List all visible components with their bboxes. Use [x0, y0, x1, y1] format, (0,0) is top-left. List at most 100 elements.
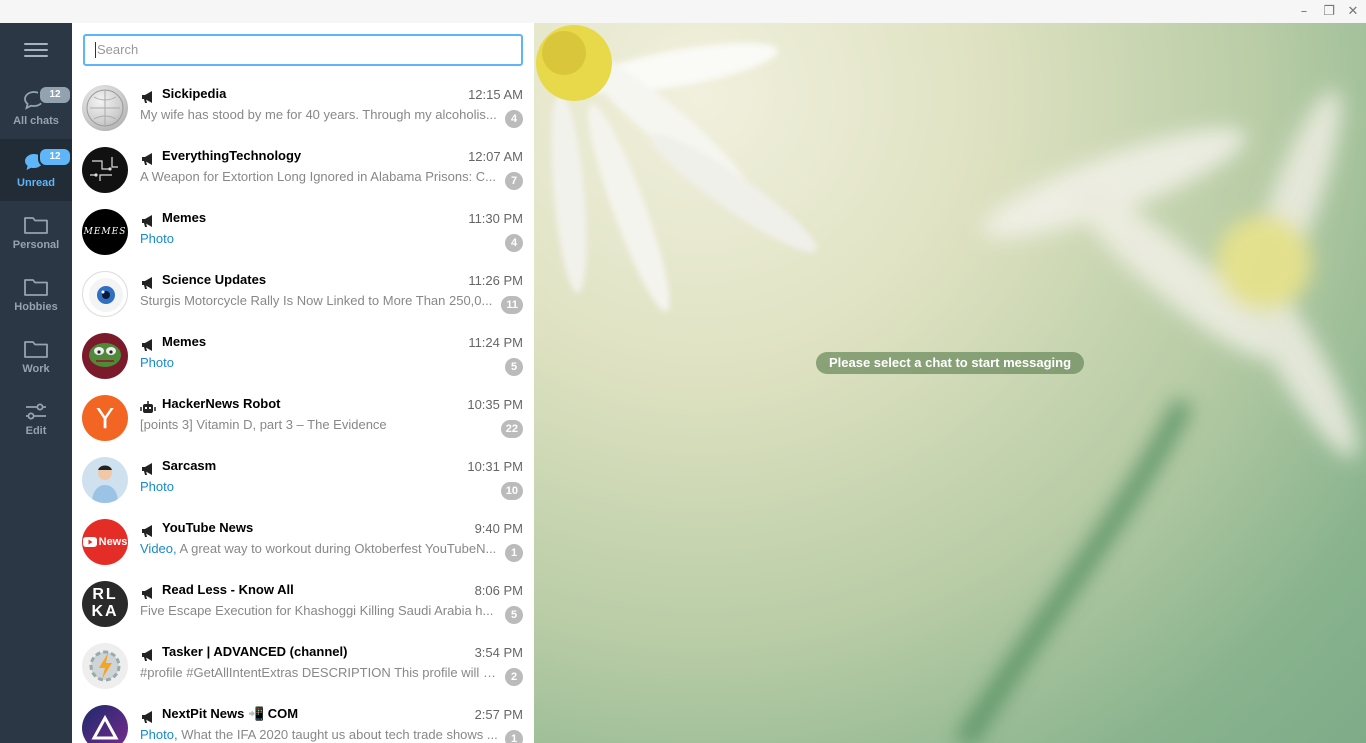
chat-time: 12:15 AM: [468, 87, 523, 102]
chat-row[interactable]: Memes 11:24 PM Photo 5: [72, 326, 534, 388]
chat-preview: [points 3] Vitamin D, part 3 – The Evide…: [140, 417, 387, 432]
close-button[interactable]: ✕: [1344, 3, 1362, 21]
chat-preview: Sturgis Motorcycle Rally Is Now Linked t…: [140, 293, 493, 308]
chat-row[interactable]: Sarcasm 10:31 PM Photo 10: [72, 450, 534, 512]
chat-name: Tasker | ADVANCED (channel): [162, 644, 348, 659]
chat-preview: Photo: [140, 355, 174, 370]
chat-row[interactable]: News YouTube News 9:40 PM Video, A great…: [72, 512, 534, 574]
chat-preview: Photo, What the IFA 2020 taught us about…: [140, 727, 498, 742]
chat-time: 10:31 PM: [467, 459, 523, 474]
chat-avatar: News: [82, 519, 128, 565]
chat-avatar: [82, 333, 128, 379]
search-placeholder: Search: [97, 42, 139, 57]
folder-work[interactable]: Work: [0, 325, 72, 387]
sliders-icon: [26, 403, 46, 420]
folder-all-chats[interactable]: 12 All chats: [0, 77, 72, 139]
chat-time: 11:24 PM: [468, 335, 523, 350]
folder-unread-badge: 12: [38, 85, 72, 105]
chat-name: EverythingTechnology: [162, 148, 302, 163]
chat-avatar: Y: [82, 395, 128, 441]
chat-row[interactable]: Sickipedia 12:15 AM My wife has stood by…: [72, 78, 534, 140]
chat-row[interactable]: EverythingTechnology 12:07 AM A Weapon f…: [72, 140, 534, 202]
chat-avatar: [82, 271, 128, 317]
chat-avatar: [82, 643, 128, 689]
bot-icon: [140, 401, 156, 413]
folder-unread-badge: 12: [38, 147, 72, 167]
unread-count-badge: 2: [505, 668, 523, 686]
chat-preview: #profile #GetAllIntentExtras DESCRIPTION…: [140, 665, 500, 680]
chat-preview: My wife has stood by me for 40 years. Th…: [140, 107, 497, 122]
chat-name: HackerNews Robot: [162, 396, 281, 411]
megaphone-icon: [142, 649, 152, 661]
unread-count-badge: 1: [505, 544, 523, 562]
chat-name: Sickipedia: [162, 86, 227, 101]
folder-icon: [24, 279, 48, 296]
chat-preview: Video, A great way to workout during Okt…: [140, 541, 497, 556]
folder-sidebar: 12 All chats 12 Unread Personal Hobbies …: [0, 23, 72, 743]
chat-preview: Photo: [140, 479, 174, 494]
chat-name: Read Less - Know All: [162, 582, 294, 597]
folder-label: All chats: [13, 115, 59, 127]
chat-preview: A Weapon for Extortion Long Ignored in A…: [140, 169, 497, 184]
unread-count-badge: 10: [500, 482, 523, 500]
daisy-wallpaper-image: [536, 25, 1358, 743]
chat-name: Science Updates: [162, 272, 267, 287]
folder-icon: [24, 217, 48, 234]
select-chat-hint: Please select a chat to start messaging: [816, 352, 1084, 374]
megaphone-icon: [142, 525, 152, 537]
folder-label: Personal: [12, 239, 60, 251]
chat-time: 3:54 PM: [474, 645, 523, 660]
chat-time: 9:40 PM: [474, 521, 523, 536]
chat-row[interactable]: RL KA Read Less - Know All 8:06 PM Five …: [72, 574, 534, 636]
megaphone-icon: [142, 463, 152, 475]
chat-avatar: [82, 147, 128, 193]
chat-name: Sarcasm: [162, 458, 217, 473]
chat-row[interactable]: Science Updates 11:26 PM Sturgis Motorcy…: [72, 264, 534, 326]
folder-edit[interactable]: Edit: [0, 387, 72, 449]
unread-count-badge: 11: [501, 296, 523, 314]
unread-count-badge: 22: [500, 420, 523, 438]
unread-count-badge: 1: [505, 730, 523, 743]
chat-avatar: [82, 705, 128, 743]
folder-personal[interactable]: Personal: [0, 201, 72, 263]
chat-time: 11:30 PM: [468, 211, 523, 226]
chat-avatar: [82, 85, 128, 131]
search-input[interactable]: Search: [83, 34, 523, 66]
chat-name: YouTube News: [162, 520, 254, 535]
unread-count-badge: 5: [505, 358, 523, 376]
megaphone-icon: [142, 711, 152, 723]
chat-row[interactable]: Y HackerNews Robot 10:35 PM [points 3] V…: [72, 388, 534, 450]
chat-list-panel: Search Sickipedia 12:15 AM My wife has s…: [72, 23, 534, 743]
chat-row[interactable]: NextPit News 📲 COM 2:57 PM Photo, What t…: [72, 698, 534, 743]
minimize-button[interactable]: –: [1295, 3, 1313, 21]
chat-avatar: [82, 457, 128, 503]
megaphone-icon: [142, 215, 152, 227]
folder-label: Hobbies: [14, 301, 58, 313]
chat-time: 2:57 PM: [474, 707, 523, 722]
chat-avatar: MEMES: [82, 209, 128, 255]
chat-time: 10:35 PM: [467, 397, 523, 412]
chat-preview: Photo: [140, 231, 174, 246]
folder-label: Edit: [25, 425, 47, 437]
folder-icon: [24, 341, 48, 358]
folder-label: Unread: [17, 177, 55, 189]
megaphone-icon: [142, 587, 152, 599]
chat-name: Memes: [162, 334, 207, 349]
restore-button[interactable]: ❐: [1320, 3, 1338, 21]
chat-time: 12:07 AM: [468, 149, 523, 164]
folder-unread[interactable]: 12 Unread: [0, 139, 72, 201]
chat-preview: Five Escape Execution for Khashoggi Kill…: [140, 603, 494, 618]
chat-name: NextPit News 📲 COM: [162, 706, 299, 721]
chat-area: Please select a chat to start messaging: [534, 23, 1366, 743]
hamburger-menu-icon[interactable]: [24, 43, 48, 59]
chat-time: 11:26 PM: [468, 273, 523, 288]
folder-label: Work: [22, 363, 50, 375]
unread-count-badge: 7: [505, 172, 523, 190]
chat-row[interactable]: MEMES Memes 11:30 PM Photo 4: [72, 202, 534, 264]
megaphone-icon: [142, 339, 152, 351]
folder-hobbies[interactable]: Hobbies: [0, 263, 72, 325]
chat-name: Memes: [162, 210, 207, 225]
unread-count-badge: 5: [505, 606, 523, 624]
chat-row[interactable]: Tasker | ADVANCED (channel) 3:54 PM #pro…: [72, 636, 534, 698]
megaphone-icon: [142, 91, 152, 103]
